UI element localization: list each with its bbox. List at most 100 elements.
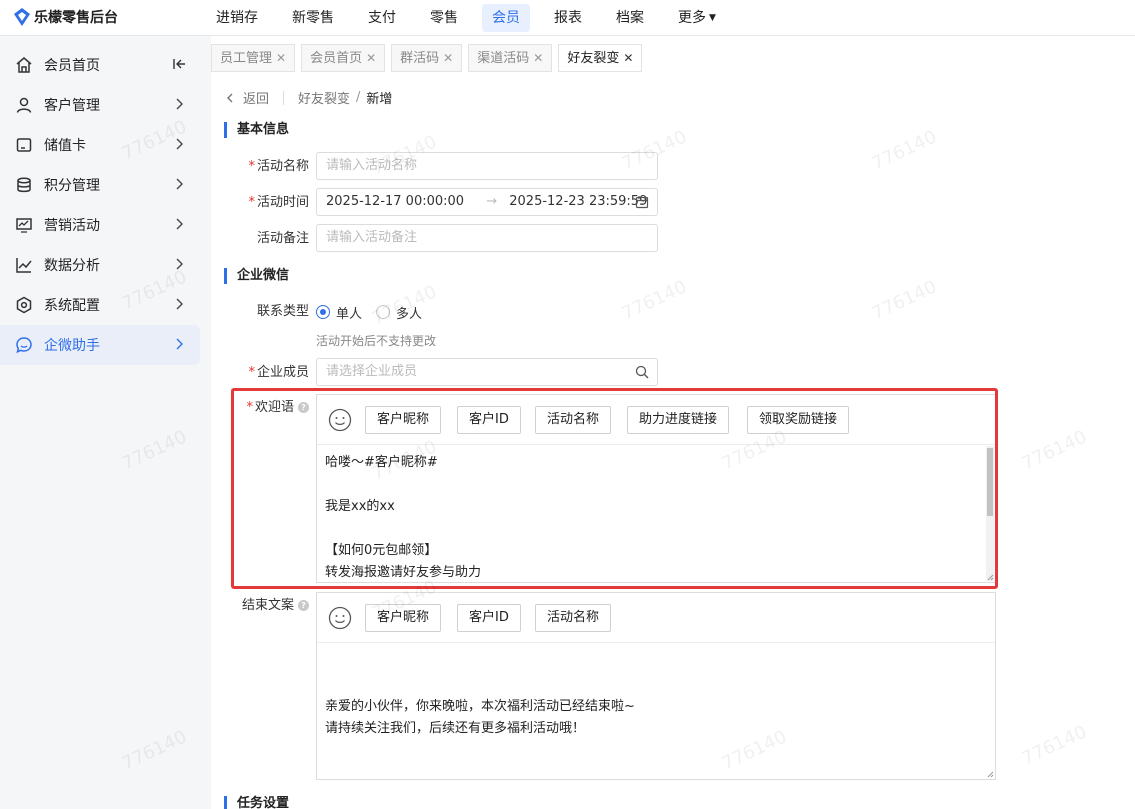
breadcrumb-divider — [283, 90, 285, 105]
label-text: 结束文案 — [241, 598, 294, 613]
ending-textarea[interactable]: 亲爱的小伙伴，你来晚啦，本次福利活动已经结束啦~ 请持续关注我们，后续还有更多福… — [317, 644, 995, 779]
radio-label: 单人 — [336, 306, 363, 322]
tab-label: 群活码 — [400, 51, 440, 66]
activity-name-input[interactable]: 请输入活动名称 — [316, 152, 658, 180]
breadcrumb-parent[interactable]: 好友裂变 — [298, 88, 350, 107]
placeholder: 请输入活动备注 — [326, 230, 418, 245]
close-icon[interactable]: ✕ — [366, 51, 376, 65]
chevron-right-icon — [176, 258, 183, 270]
nav-label: 更多 — [678, 10, 706, 26]
ending-label: 结束文案? — [221, 592, 309, 620]
main-content: 返回 好友裂变 / 新增 基本信息 * 活动名称 请输入活动名称 * 活动时间 20… — [211, 72, 1135, 809]
collapse-icon[interactable] — [172, 57, 186, 71]
tab-label: 会员首页 — [310, 51, 363, 66]
placeholder: 请输入活动名称 — [326, 158, 418, 173]
nav-archive[interactable]: 档案 — [606, 4, 654, 32]
member-select[interactable]: 请选择企业成员 — [316, 358, 658, 386]
close-icon[interactable]: ✕ — [533, 51, 543, 65]
nav-payment[interactable]: 支付 — [358, 4, 406, 32]
sidebar-item-member-home[interactable]: 会员首页 — [0, 45, 200, 85]
breadcrumb-current: 新增 — [366, 92, 393, 107]
radio-single[interactable]: 单人 — [316, 303, 362, 322]
nav-report[interactable]: 报表 — [544, 4, 592, 32]
app-logo[interactable]: 乐檬零售后台 — [14, 7, 118, 27]
sidebar-item-marketing[interactable]: 营销活动 — [0, 205, 200, 245]
section-wecom: 企业微信 — [224, 268, 289, 284]
chat-icon — [14, 335, 34, 355]
resize-handle-icon[interactable] — [986, 770, 994, 778]
search-icon[interactable] — [635, 365, 649, 379]
required-mark: * — [248, 159, 255, 174]
sidebar-item-wecom-assistant[interactable]: 企微助手 — [0, 325, 200, 365]
activity-time-label: * 活动时间 — [231, 189, 309, 217]
tab-group-code[interactable]: 群活码 ✕ — [391, 44, 463, 72]
ending-toolbar: 客户昵称 客户ID 活动名称 — [317, 593, 995, 643]
section-task-settings: 任务设置 — [224, 796, 289, 809]
nav-more[interactable]: 更多 ▼ — [668, 4, 726, 32]
section-basic-info: 基本信息 — [224, 122, 289, 138]
sidebar-item-label: 企微助手 — [44, 338, 100, 354]
breadcrumb: 返回 好友裂变 / 新增 — [225, 88, 392, 107]
breadcrumb-separator: / — [356, 90, 361, 105]
home-icon — [14, 55, 34, 75]
nav-label: 进销存 — [216, 10, 258, 26]
time-start[interactable]: 2025-12-17 00:00:00 — [326, 194, 464, 209]
sidebar-item-stored-card[interactable]: 储值卡 — [0, 125, 200, 165]
nav-label: 档案 — [616, 10, 644, 26]
chevron-right-icon — [176, 98, 183, 110]
nav-inventory[interactable]: 进销存 — [206, 4, 268, 32]
emoji-icon[interactable] — [328, 606, 352, 630]
nav-retail[interactable]: 零售 — [420, 4, 468, 32]
sidebar-item-customers[interactable]: 客户管理 — [0, 85, 200, 125]
radio-dot — [376, 305, 391, 319]
activity-remark-input[interactable]: 请输入活动备注 — [316, 224, 658, 252]
sidebar-item-label: 会员首页 — [44, 58, 100, 74]
activity-time-range[interactable]: 2025-12-17 00:00:00 → 2025-12-23 23:59:5… — [316, 188, 658, 216]
required-mark: * — [248, 365, 255, 380]
nav-member[interactable]: 会员 — [482, 4, 530, 32]
insert-customer-id-button[interactable]: 客户ID — [457, 604, 521, 632]
calendar-icon[interactable] — [635, 195, 649, 209]
help-icon[interactable]: ? — [298, 600, 309, 611]
highlight-annotation — [231, 388, 998, 589]
insert-activity-name-button[interactable]: 活动名称 — [535, 604, 612, 632]
activity-remark-label: 活动备注 — [231, 225, 309, 253]
label-text: 企业成员 — [256, 365, 309, 380]
tab-label: 好友裂变 — [567, 51, 620, 66]
required-mark: * — [248, 195, 255, 210]
close-icon[interactable]: ✕ — [443, 51, 453, 65]
sidebar-item-analytics[interactable]: 数据分析 — [0, 245, 200, 285]
database-icon — [14, 175, 34, 195]
sidebar-item-label: 客户管理 — [44, 98, 100, 114]
label-text: 联系类型 — [256, 304, 309, 319]
sidebar-item-label: 储值卡 — [44, 138, 86, 154]
sidebar-item-label: 系统配置 — [44, 298, 100, 314]
back-link[interactable]: 返回 — [225, 88, 269, 107]
nav-label: 会员 — [492, 10, 520, 26]
chevron-left-icon — [227, 93, 233, 102]
time-end[interactable]: 2025-12-23 23:59:59 — [509, 194, 647, 209]
sidebar-item-system-config[interactable]: 系统配置 — [0, 285, 200, 325]
close-icon[interactable]: ✕ — [276, 51, 286, 65]
nav-label: 报表 — [554, 10, 582, 26]
tab-member-home[interactable]: 会员首页 ✕ — [301, 44, 386, 72]
member-label: * 企业成员 — [231, 359, 309, 387]
tab-channel-code[interactable]: 渠道活码 ✕ — [468, 44, 553, 72]
tab-friend-fission[interactable]: 好友裂变 ✕ — [558, 44, 643, 72]
close-icon[interactable]: ✕ — [623, 51, 633, 65]
back-label: 返回 — [243, 92, 270, 107]
contact-type-label: 联系类型 — [231, 298, 309, 326]
nav-new-retail[interactable]: 新零售 — [282, 4, 344, 32]
tab-staff[interactable]: 员工管理 ✕ — [211, 44, 296, 72]
tab-label: 渠道活码 — [477, 51, 530, 66]
radio-multi[interactable]: 多人 — [376, 303, 422, 322]
sidebar-item-label: 营销活动 — [44, 218, 100, 234]
nav-label: 新零售 — [292, 10, 334, 26]
sidebar-item-points[interactable]: 积分管理 — [0, 165, 200, 205]
chevron-right-icon — [176, 218, 183, 230]
sidebar: 会员首页 客户管理 储值卡 积分管理 营销活动 数据分析 系统配置 企微助手 — [0, 36, 211, 809]
monitor-icon — [14, 215, 34, 235]
ending-editor[interactable]: 客户昵称 客户ID 活动名称 亲爱的小伙伴，你来晚啦，本次福利活动已经结束啦~ … — [316, 592, 996, 780]
top-nav: 进销存 新零售 支付 零售 会员 报表 档案 更多 ▼ — [206, 4, 740, 32]
insert-nickname-button[interactable]: 客户昵称 — [365, 604, 442, 632]
